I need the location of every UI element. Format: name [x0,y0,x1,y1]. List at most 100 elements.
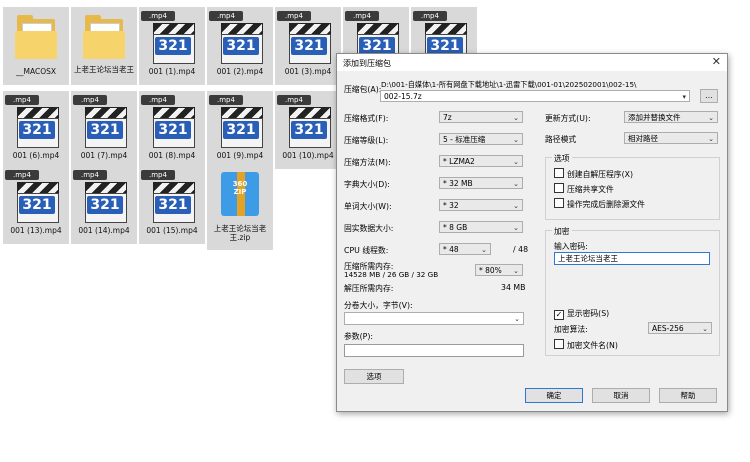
chevron-down-icon: ⌄ [513,267,519,275]
cancel-button[interactable]: 取消 [592,388,650,403]
encryption-group-title: 加密 [552,226,572,237]
check-icon: ✓ [554,310,564,320]
dict-select[interactable]: * 32 MB ⌄ [439,177,523,189]
file-name: 001 (1).mp4 [148,67,196,76]
ok-button[interactable]: 确定 [525,388,583,403]
shared-label: 压缩共享文件 [567,185,614,194]
video-file-icon: .mp4 321 [5,170,59,223]
word-select[interactable]: * 32 ⌄ [439,199,523,211]
file-ext-tag: .mp4 [73,95,107,105]
video-file-icon: .mp4 321 [5,95,59,148]
encryption-group: 加密 输入密码: 上老王论坛当老王 ✓ 显示密码(S) 加密算法: AES-256… [545,226,720,356]
word-value: * 32 [443,201,459,210]
file-name: 001 (13).mp4 [10,226,62,235]
file-item[interactable]: 360 ZIP 上老王论坛当老王.zip [207,166,273,250]
password-input[interactable]: 上老王论坛当老王 [554,252,710,265]
path-select[interactable]: 相对路径 ⌄ [624,132,718,144]
file-item[interactable]: .mp4 321 001 (1).mp4 [139,7,205,85]
decomp-value: 34 MB [501,283,526,292]
file-item[interactable]: .mp4 321 001 (13).mp4 [3,166,69,244]
file-name: 001 (3).mp4 [284,67,332,76]
path-label: 路径模式 [545,135,577,144]
checkbox-box [554,183,564,193]
sfx-checkbox[interactable]: 创建自解压程序(X) [554,168,633,180]
file-item[interactable]: .mp4 321 001 (2).mp4 [207,7,273,85]
method-select[interactable]: * LZMA2 ⌄ [439,155,523,167]
method-label: 压缩方法(M): [344,158,391,167]
cpu-total: / 48 [513,245,529,254]
chevron-down-icon: ⌄ [513,136,519,144]
video-file-icon: .mp4 321 [209,11,263,64]
video-file-icon: .mp4 321 [141,95,195,148]
file-item[interactable]: .mp4 321 001 (14).mp4 [71,166,137,244]
enc-method-select[interactable]: AES-256 ⌄ [648,322,712,334]
chevron-down-icon: ⌄ [481,246,487,254]
file-ext-tag: .mp4 [141,170,175,180]
player-logo: 321 [155,37,191,55]
params-input[interactable] [344,344,524,357]
chevron-down-icon: ⌄ [513,224,519,232]
archive-path: D:\001-自媒体\1-所有网盘下载地址\1-迅雷下载\001-01\2025… [381,80,637,89]
delete-source-checkbox[interactable]: 操作完成后删除源文件 [554,198,645,210]
options-button[interactable]: 选项 [344,369,404,384]
chevron-down-icon: ▾ [682,93,686,101]
path-value: 相对路径 [628,134,658,143]
player-logo: 321 [223,37,259,55]
file-item[interactable]: .mp4 321 001 (7).mp4 [71,91,137,169]
chevron-down-icon: ⌄ [513,158,519,166]
file-item[interactable]: .mp4 321 001 (10).mp4 [275,91,341,169]
file-ext-tag: .mp4 [5,170,39,180]
video-file-icon: .mp4 321 [73,95,127,148]
browse-button[interactable]: ... [700,89,718,103]
file-name: 001 (2).mp4 [216,67,264,76]
format-select[interactable]: 7z ⌄ [439,111,523,123]
mem-percent-value: * 80% [479,266,502,275]
update-select[interactable]: 添加并替换文件 ⌄ [624,111,718,123]
shared-checkbox[interactable]: 压缩共享文件 [554,183,614,195]
chevron-down-icon: ⌄ [513,114,519,122]
enc-method-label: 加密算法: [554,325,588,334]
file-item[interactable]: 上老王论坛当老王 [71,7,137,85]
file-name: 上老王论坛当老王 [74,65,134,74]
sfx-label: 创建自解压程序(X) [567,170,634,179]
enc-method-value: AES-256 [652,324,684,333]
video-file-icon: .mp4 321 [277,95,331,148]
file-ext-tag: .mp4 [345,11,379,21]
file-item[interactable]: .mp4 321 001 (6).mp4 [3,91,69,169]
add-to-archive-dialog: 添加到压缩包 ✕ 压缩包(A): D:\001-自媒体\1-所有网盘下载地址\1… [336,53,728,412]
title-bar[interactable]: 添加到压缩包 ✕ [337,54,727,71]
mem-percent-select[interactable]: * 80% ⌄ [475,264,523,276]
file-item[interactable]: .mp4 321 001 (3).mp4 [275,7,341,85]
file-item[interactable]: .mp4 321 001 (9).mp4 [207,91,273,169]
show-password-checkbox[interactable]: ✓ 显示密码(S) [554,308,609,320]
file-item[interactable]: __MACOSX [3,7,69,85]
file-name: 001 (7).mp4 [80,151,128,160]
encrypt-names-checkbox[interactable]: 加密文件名(N) [554,339,618,351]
player-logo: 321 [291,121,327,139]
video-file-icon: .mp4 321 [141,11,195,64]
file-ext-tag: .mp4 [209,11,243,21]
method-value: * LZMA2 [443,157,475,166]
file-item[interactable]: .mp4 321 001 (15).mp4 [139,166,205,244]
split-combo[interactable]: ⌄ [344,312,524,325]
player-logo: 321 [291,37,327,55]
cpu-select[interactable]: * 48 ⌄ [439,243,491,255]
cpu-label: CPU 线程数: [344,246,389,255]
solid-select[interactable]: * 8 GB ⌄ [439,221,523,233]
player-logo: 321 [155,196,191,214]
cpu-value: * 48 [443,245,459,254]
update-label: 更新方式(U): [545,114,591,123]
zip-icon-brand: 360 [232,180,248,188]
folder-icon [15,15,57,59]
decomp-label: 解压所需内存: [344,284,394,293]
file-ext-tag: .mp4 [277,11,311,21]
help-button[interactable]: 帮助 [659,388,717,403]
checkbox-box [554,198,564,208]
archive-name-combo[interactable]: 002-15.7z ▾ [380,90,690,102]
file-name: 001 (8).mp4 [148,151,196,160]
file-item[interactable]: .mp4 321 001 (8).mp4 [139,91,205,169]
close-icon[interactable]: ✕ [712,55,721,68]
level-select[interactable]: 5 - 标准压缩 ⌄ [439,133,523,145]
file-name: __MACOSX [15,67,56,76]
word-label: 单词大小(W): [344,202,392,211]
